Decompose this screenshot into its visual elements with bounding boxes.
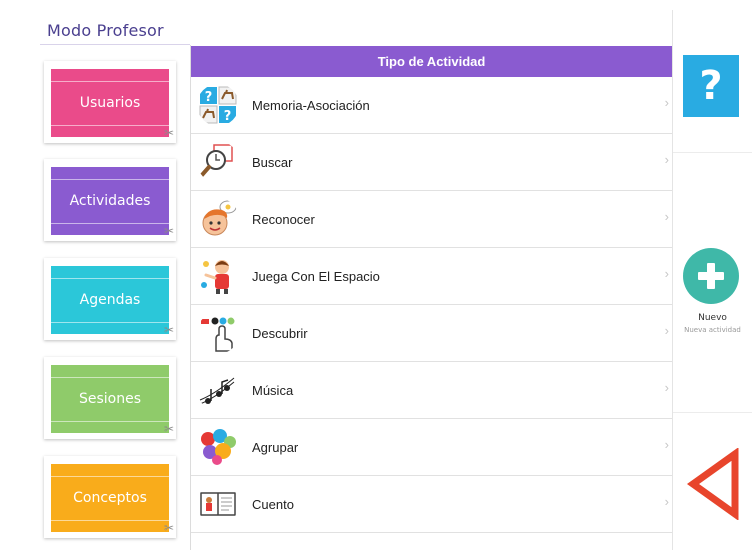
activity-type-list: Tipo de Actividad ? ? Memoria-Asociación… <box>191 46 672 550</box>
list-item-label: Juega Con El Espacio <box>252 268 380 284</box>
sidebar-item-label: Agendas <box>79 292 141 308</box>
list-item-label: Buscar <box>252 154 293 170</box>
list-item-memoria-asociacion[interactable]: ? ? Memoria-Asociación › <box>191 77 672 134</box>
list-item-label: Descubrir <box>252 325 308 341</box>
sidebar-item-sesiones[interactable]: Sesiones ✂ <box>44 357 176 439</box>
sidebar-item-label: Sesiones <box>78 391 142 407</box>
svg-text:?: ? <box>224 109 232 124</box>
sidebar-item-label: Actividades <box>69 193 151 209</box>
chevron-right-icon: › <box>664 266 669 281</box>
new-button-label: Nuevo <box>698 313 727 323</box>
list-item-label: Cuento <box>252 496 294 512</box>
scissors-icon: ✂ <box>163 323 174 337</box>
chevron-right-icon: › <box>664 494 669 509</box>
list-item-label: Reconocer <box>252 211 315 227</box>
magnifier-icon <box>197 141 239 183</box>
chevron-right-icon: › <box>664 95 669 110</box>
chevron-right-icon: › <box>664 323 669 338</box>
sidebar-item-agendas[interactable]: Agendas ✂ <box>44 258 176 340</box>
plus-icon <box>698 263 724 289</box>
sidebar-item-label: Conceptos <box>73 490 147 506</box>
list-item-buscar[interactable]: Buscar › <box>191 134 672 191</box>
sidebar-item-actividades[interactable]: Actividades ✂ <box>44 159 176 241</box>
title-divider <box>40 44 190 45</box>
sidebar-item-label: Usuarios <box>79 95 141 111</box>
list-item-cuento[interactable]: Cuento › <box>191 476 672 533</box>
list-item-descubrir[interactable]: Descubrir › <box>191 305 672 362</box>
sidebar-item-usuarios[interactable]: Usuarios ✂ <box>44 61 176 143</box>
triangle-left-icon <box>686 447 739 521</box>
action-separator <box>673 412 752 413</box>
action-separator <box>673 152 752 153</box>
app-title: Modo Profesor <box>47 21 164 40</box>
back-button[interactable] <box>686 447 742 521</box>
new-button-sublabel: Nueva actividad <box>684 326 741 334</box>
help-button[interactable]: ? <box>683 55 739 117</box>
list-item-label: Agrupar <box>252 439 299 455</box>
thinking-child-icon <box>197 198 239 240</box>
sidebar-item-conceptos[interactable]: Conceptos ✂ <box>44 456 176 538</box>
scissors-icon: ✂ <box>163 126 174 140</box>
memory-icon: ? ? <box>197 84 239 126</box>
list-item-reconocer[interactable]: Reconocer › <box>191 191 672 248</box>
scissors-icon: ✂ <box>163 521 174 535</box>
list-item-agrupar[interactable]: Agrupar › <box>191 419 672 476</box>
child-pointing-icon <box>197 255 239 297</box>
list-header: Tipo de Actividad <box>191 46 672 77</box>
list-item-label: Música <box>252 382 294 398</box>
new-activity-button[interactable] <box>683 248 739 304</box>
chevron-right-icon: › <box>664 152 669 167</box>
list-item-musica[interactable]: Música › <box>191 362 672 419</box>
hand-pointer-icon <box>197 312 239 354</box>
chevron-right-icon: › <box>664 380 669 395</box>
question-mark-icon: ? <box>699 63 723 109</box>
chevron-right-icon: › <box>664 437 669 452</box>
action-panel-divider <box>672 10 673 550</box>
storybook-icon <box>197 483 239 525</box>
sidebar: Usuarios ✂ Actividades ✂ Agendas ✂ Sesio… <box>38 58 190 550</box>
color-groups-icon <box>197 426 239 468</box>
scissors-icon: ✂ <box>163 422 174 436</box>
chevron-right-icon: › <box>664 209 669 224</box>
list-item-label: Memoria-Asociación <box>252 97 370 113</box>
scissors-icon: ✂ <box>163 224 174 238</box>
svg-text:?: ? <box>205 90 213 105</box>
list-item-juega-con-el-espacio[interactable]: Juega Con El Espacio › <box>191 248 672 305</box>
music-notes-icon <box>197 369 239 411</box>
